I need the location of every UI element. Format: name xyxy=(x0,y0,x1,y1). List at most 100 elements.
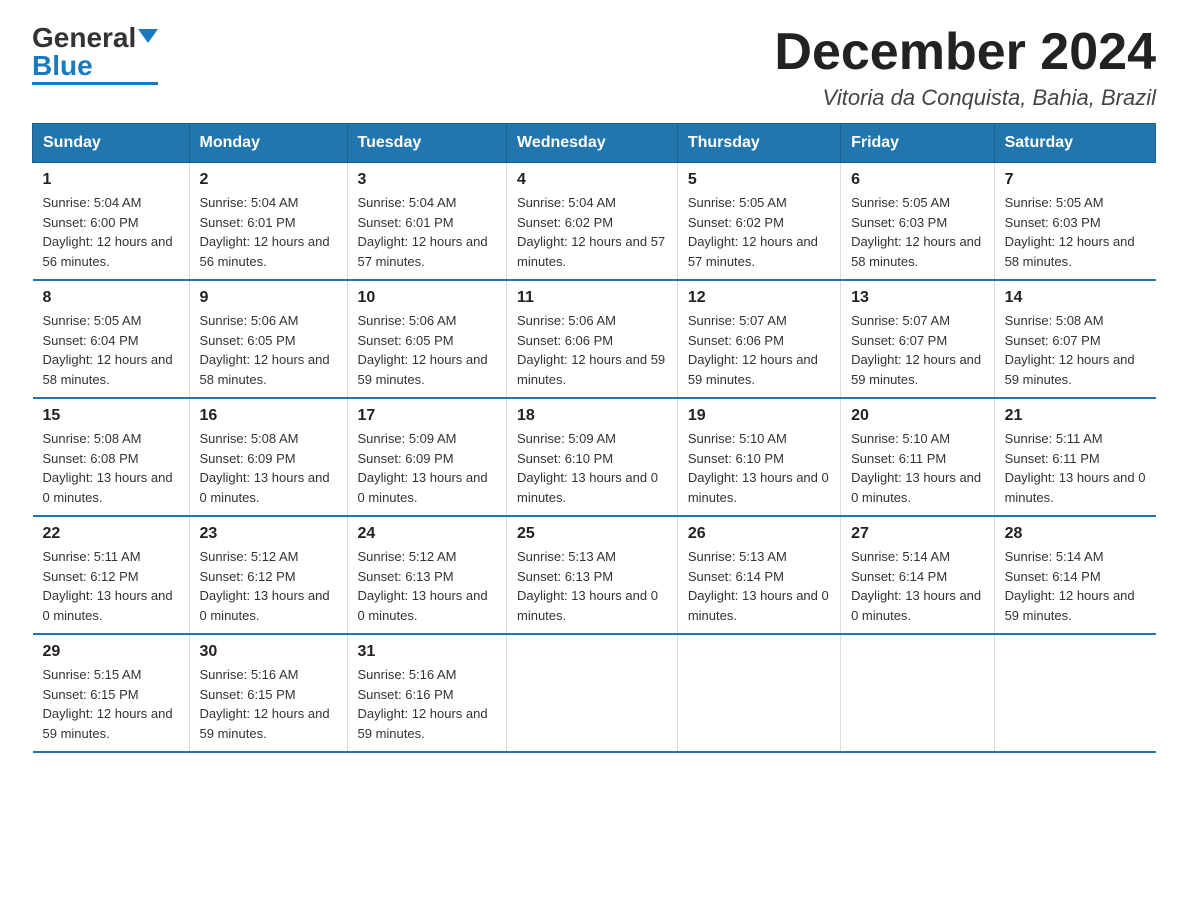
day-info: Sunrise: 5:05 AMSunset: 6:04 PMDaylight:… xyxy=(43,311,179,389)
day-info: Sunrise: 5:04 AMSunset: 6:00 PMDaylight:… xyxy=(43,193,179,271)
day-number: 15 xyxy=(43,407,179,425)
day-cell: 13 Sunrise: 5:07 AMSunset: 6:07 PMDaylig… xyxy=(841,280,995,398)
day-number: 30 xyxy=(200,643,337,661)
day-cell: 25 Sunrise: 5:13 AMSunset: 6:13 PMDaylig… xyxy=(507,516,678,634)
day-cell xyxy=(677,634,840,752)
day-cell: 14 Sunrise: 5:08 AMSunset: 6:07 PMDaylig… xyxy=(994,280,1155,398)
day-info: Sunrise: 5:16 AMSunset: 6:16 PMDaylight:… xyxy=(358,665,496,743)
day-number: 23 xyxy=(200,525,337,543)
day-info: Sunrise: 5:04 AMSunset: 6:02 PMDaylight:… xyxy=(517,193,667,271)
day-info: Sunrise: 5:08 AMSunset: 6:08 PMDaylight:… xyxy=(43,429,179,507)
day-info: Sunrise: 5:08 AMSunset: 6:07 PMDaylight:… xyxy=(1005,311,1146,389)
day-cell: 4 Sunrise: 5:04 AMSunset: 6:02 PMDayligh… xyxy=(507,163,678,281)
day-number: 9 xyxy=(200,289,337,307)
title-block: December 2024 Vitoria da Conquista, Bahi… xyxy=(774,24,1156,111)
day-cell: 3 Sunrise: 5:04 AMSunset: 6:01 PMDayligh… xyxy=(347,163,506,281)
day-number: 26 xyxy=(688,525,830,543)
day-cell: 8 Sunrise: 5:05 AMSunset: 6:04 PMDayligh… xyxy=(33,280,190,398)
day-number: 27 xyxy=(851,525,984,543)
day-cell: 19 Sunrise: 5:10 AMSunset: 6:10 PMDaylig… xyxy=(677,398,840,516)
week-row-3: 15 Sunrise: 5:08 AMSunset: 6:08 PMDaylig… xyxy=(33,398,1156,516)
day-number: 17 xyxy=(358,407,496,425)
column-header-monday: Monday xyxy=(189,124,347,163)
column-header-wednesday: Wednesday xyxy=(507,124,678,163)
day-cell: 26 Sunrise: 5:13 AMSunset: 6:14 PMDaylig… xyxy=(677,516,840,634)
day-info: Sunrise: 5:11 AMSunset: 6:12 PMDaylight:… xyxy=(43,547,179,625)
day-info: Sunrise: 5:08 AMSunset: 6:09 PMDaylight:… xyxy=(200,429,337,507)
day-number: 1 xyxy=(43,171,179,189)
logo-underline xyxy=(32,82,158,85)
day-cell xyxy=(994,634,1155,752)
page-header: General Blue December 2024 Vitoria da Co… xyxy=(32,24,1156,111)
day-number: 24 xyxy=(358,525,496,543)
day-number: 20 xyxy=(851,407,984,425)
day-cell xyxy=(841,634,995,752)
day-number: 7 xyxy=(1005,171,1146,189)
day-cell: 29 Sunrise: 5:15 AMSunset: 6:15 PMDaylig… xyxy=(33,634,190,752)
day-number: 11 xyxy=(517,289,667,307)
day-cell: 6 Sunrise: 5:05 AMSunset: 6:03 PMDayligh… xyxy=(841,163,995,281)
day-cell: 28 Sunrise: 5:14 AMSunset: 6:14 PMDaylig… xyxy=(994,516,1155,634)
column-header-thursday: Thursday xyxy=(677,124,840,163)
logo-blue-text: Blue xyxy=(32,52,93,80)
day-cell: 9 Sunrise: 5:06 AMSunset: 6:05 PMDayligh… xyxy=(189,280,347,398)
day-number: 10 xyxy=(358,289,496,307)
column-header-friday: Friday xyxy=(841,124,995,163)
day-number: 19 xyxy=(688,407,830,425)
day-cell: 31 Sunrise: 5:16 AMSunset: 6:16 PMDaylig… xyxy=(347,634,506,752)
day-info: Sunrise: 5:13 AMSunset: 6:14 PMDaylight:… xyxy=(688,547,830,625)
column-header-sunday: Sunday xyxy=(33,124,190,163)
day-cell: 18 Sunrise: 5:09 AMSunset: 6:10 PMDaylig… xyxy=(507,398,678,516)
day-cell: 2 Sunrise: 5:04 AMSunset: 6:01 PMDayligh… xyxy=(189,163,347,281)
day-number: 16 xyxy=(200,407,337,425)
day-info: Sunrise: 5:14 AMSunset: 6:14 PMDaylight:… xyxy=(851,547,984,625)
column-header-tuesday: Tuesday xyxy=(347,124,506,163)
day-number: 21 xyxy=(1005,407,1146,425)
day-info: Sunrise: 5:12 AMSunset: 6:13 PMDaylight:… xyxy=(358,547,496,625)
day-cell: 7 Sunrise: 5:05 AMSunset: 6:03 PMDayligh… xyxy=(994,163,1155,281)
day-info: Sunrise: 5:10 AMSunset: 6:11 PMDaylight:… xyxy=(851,429,984,507)
day-info: Sunrise: 5:07 AMSunset: 6:06 PMDaylight:… xyxy=(688,311,830,389)
day-cell xyxy=(507,634,678,752)
day-info: Sunrise: 5:09 AMSunset: 6:10 PMDaylight:… xyxy=(517,429,667,507)
day-info: Sunrise: 5:09 AMSunset: 6:09 PMDaylight:… xyxy=(358,429,496,507)
day-info: Sunrise: 5:12 AMSunset: 6:12 PMDaylight:… xyxy=(200,547,337,625)
week-row-2: 8 Sunrise: 5:05 AMSunset: 6:04 PMDayligh… xyxy=(33,280,1156,398)
day-number: 28 xyxy=(1005,525,1146,543)
day-info: Sunrise: 5:04 AMSunset: 6:01 PMDaylight:… xyxy=(358,193,496,271)
day-info: Sunrise: 5:05 AMSunset: 6:03 PMDaylight:… xyxy=(851,193,984,271)
week-row-1: 1 Sunrise: 5:04 AMSunset: 6:00 PMDayligh… xyxy=(33,163,1156,281)
calendar-header: SundayMondayTuesdayWednesdayThursdayFrid… xyxy=(33,124,1156,163)
day-number: 4 xyxy=(517,171,667,189)
day-info: Sunrise: 5:13 AMSunset: 6:13 PMDaylight:… xyxy=(517,547,667,625)
day-info: Sunrise: 5:05 AMSunset: 6:03 PMDaylight:… xyxy=(1005,193,1146,271)
day-info: Sunrise: 5:05 AMSunset: 6:02 PMDaylight:… xyxy=(688,193,830,271)
week-row-4: 22 Sunrise: 5:11 AMSunset: 6:12 PMDaylig… xyxy=(33,516,1156,634)
day-cell: 22 Sunrise: 5:11 AMSunset: 6:12 PMDaylig… xyxy=(33,516,190,634)
day-number: 5 xyxy=(688,171,830,189)
day-cell: 12 Sunrise: 5:07 AMSunset: 6:06 PMDaylig… xyxy=(677,280,840,398)
day-info: Sunrise: 5:06 AMSunset: 6:06 PMDaylight:… xyxy=(517,311,667,389)
logo-triangle-icon xyxy=(138,29,158,43)
day-info: Sunrise: 5:07 AMSunset: 6:07 PMDaylight:… xyxy=(851,311,984,389)
day-info: Sunrise: 5:16 AMSunset: 6:15 PMDaylight:… xyxy=(200,665,337,743)
day-cell: 15 Sunrise: 5:08 AMSunset: 6:08 PMDaylig… xyxy=(33,398,190,516)
day-info: Sunrise: 5:14 AMSunset: 6:14 PMDaylight:… xyxy=(1005,547,1146,625)
day-number: 13 xyxy=(851,289,984,307)
day-number: 2 xyxy=(200,171,337,189)
day-cell: 5 Sunrise: 5:05 AMSunset: 6:02 PMDayligh… xyxy=(677,163,840,281)
day-number: 29 xyxy=(43,643,179,661)
day-number: 8 xyxy=(43,289,179,307)
page-title: December 2024 xyxy=(774,24,1156,81)
day-headers-row: SundayMondayTuesdayWednesdayThursdayFrid… xyxy=(33,124,1156,163)
day-cell: 16 Sunrise: 5:08 AMSunset: 6:09 PMDaylig… xyxy=(189,398,347,516)
column-header-saturday: Saturday xyxy=(994,124,1155,163)
week-row-5: 29 Sunrise: 5:15 AMSunset: 6:15 PMDaylig… xyxy=(33,634,1156,752)
logo: General Blue xyxy=(32,24,158,85)
day-info: Sunrise: 5:04 AMSunset: 6:01 PMDaylight:… xyxy=(200,193,337,271)
day-cell: 20 Sunrise: 5:10 AMSunset: 6:11 PMDaylig… xyxy=(841,398,995,516)
day-cell: 23 Sunrise: 5:12 AMSunset: 6:12 PMDaylig… xyxy=(189,516,347,634)
page-subtitle: Vitoria da Conquista, Bahia, Brazil xyxy=(774,85,1156,111)
day-number: 25 xyxy=(517,525,667,543)
day-info: Sunrise: 5:06 AMSunset: 6:05 PMDaylight:… xyxy=(358,311,496,389)
